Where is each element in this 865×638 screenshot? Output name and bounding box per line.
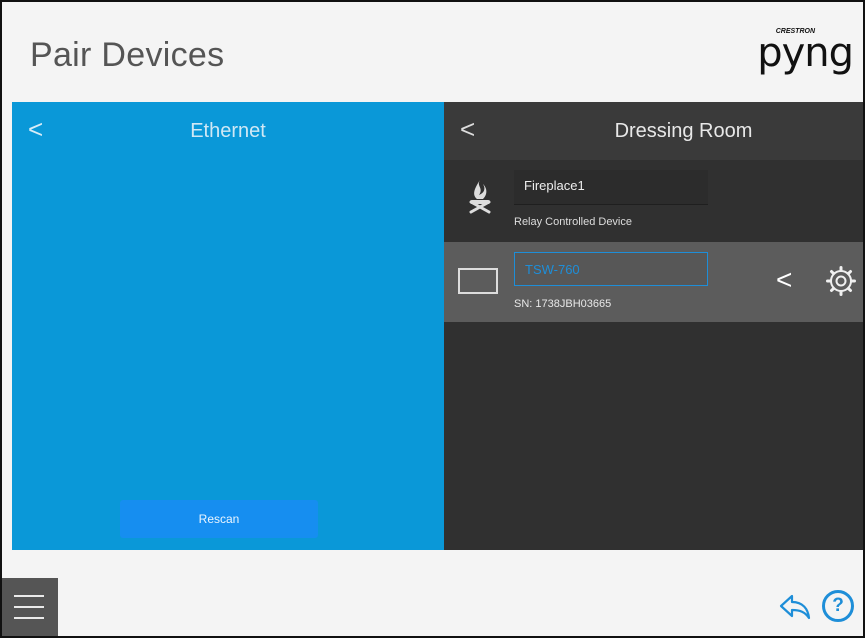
gear-icon[interactable] bbox=[826, 266, 856, 296]
footer: ? bbox=[2, 550, 863, 636]
menu-button[interactable] bbox=[2, 578, 58, 636]
device-name: Fireplace1 bbox=[524, 178, 585, 193]
room-panel: < Dressing Room Fireplace1 Relay Control… bbox=[444, 102, 863, 550]
device-type: Relay Controlled Device bbox=[514, 216, 632, 228]
ethernet-panel: < Ethernet Rescan bbox=[12, 102, 444, 550]
page-title: Pair Devices bbox=[30, 36, 225, 74]
logo-product-text: pyng bbox=[757, 30, 854, 76]
device-name: TSW-760 bbox=[525, 262, 580, 277]
room-header: < Dressing Room bbox=[444, 102, 863, 160]
help-button[interactable]: ? bbox=[822, 590, 854, 622]
device-row-fireplace[interactable]: Fireplace1 Relay Controlled Device bbox=[444, 160, 863, 242]
rescan-button[interactable]: Rescan bbox=[120, 500, 318, 538]
reply-icon[interactable] bbox=[778, 592, 812, 622]
ethernet-panel-title: Ethernet bbox=[190, 120, 266, 142]
crestron-pyng-logo: CRESTRON pyng bbox=[743, 24, 854, 82]
touchscreen-icon bbox=[458, 268, 498, 294]
app-frame: Pair Devices CRESTRON pyng < Ethernet Re… bbox=[0, 0, 865, 638]
header: Pair Devices CRESTRON pyng bbox=[2, 2, 863, 102]
menu-icon-line bbox=[14, 606, 44, 608]
device-name-field-selected[interactable]: TSW-760 bbox=[514, 252, 708, 286]
menu-icon-line bbox=[14, 595, 44, 597]
device-serial-number: SN: 1738JBH03665 bbox=[514, 298, 612, 310]
fireplace-icon bbox=[469, 180, 491, 214]
room-title: Dressing Room bbox=[614, 120, 753, 142]
device-name-field[interactable]: Fireplace1 bbox=[514, 170, 708, 205]
menu-icon-line bbox=[14, 617, 44, 619]
device-row-touchscreen[interactable]: TSW-760 SN: 1738JBH03665 < bbox=[444, 242, 863, 322]
room-back-button[interactable]: < bbox=[460, 116, 475, 142]
collapse-button[interactable]: < bbox=[776, 266, 792, 294]
